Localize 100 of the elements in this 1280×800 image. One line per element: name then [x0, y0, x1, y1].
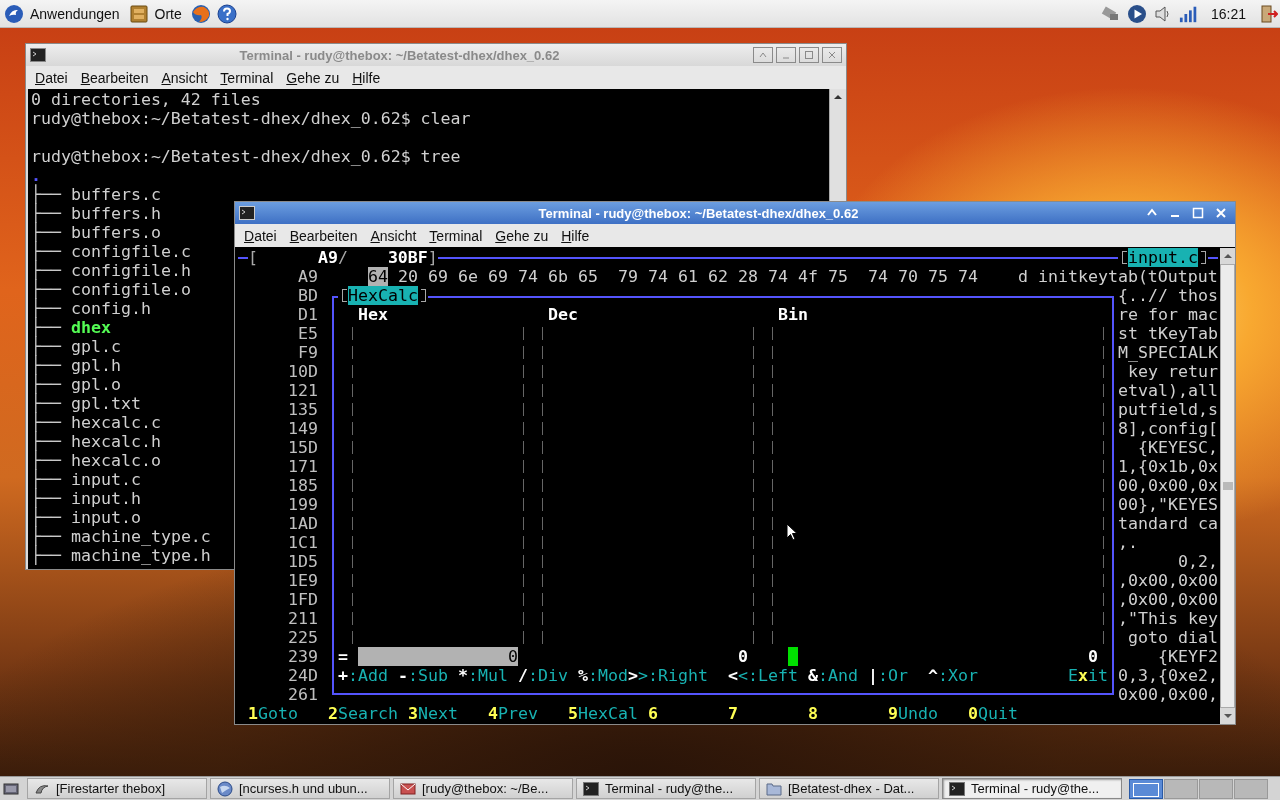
tree-entry: ├── hexcalc.h	[31, 432, 161, 451]
workspace[interactable]	[1129, 778, 1163, 799]
ascii-text: tandard ca	[1118, 514, 1218, 533]
menu-item[interactable]: Ansicht	[370, 227, 417, 244]
taskbar-button[interactable]: Terminal - rudy@the...	[942, 778, 1122, 799]
hex-byte[interactable]: 75	[828, 267, 848, 286]
function-key-hint[interactable]: 5HexCal	[568, 704, 638, 723]
function-key-hint[interactable]: 2Search	[328, 704, 398, 723]
globe-icon	[217, 780, 233, 797]
operation-hint: +:Add	[338, 666, 388, 685]
title-bar[interactable]: Terminal - rudy@thebox: ~/Betatest-dhex/dhex_0.62	[235, 202, 1235, 224]
menu-item[interactable]: Gehe zu	[286, 69, 340, 86]
tree-entry: ├── gpl.c	[31, 337, 121, 356]
hex-byte[interactable]: 65	[578, 267, 598, 286]
function-key-hint[interactable]: 8	[808, 704, 818, 723]
function-key-hint[interactable]: 1Goto	[248, 704, 298, 723]
operation-hint: -:Sub	[398, 666, 448, 685]
hex-byte[interactable]: 69	[428, 267, 448, 286]
hex-byte[interactable]: 28	[738, 267, 758, 286]
address-label: 211	[287, 609, 318, 628]
menu-item[interactable]: Datei	[35, 69, 68, 86]
operation-hint: ^:Xor	[928, 666, 978, 685]
hex-byte[interactable]: 6e	[458, 267, 478, 286]
tree-entry: ├── configfile.c	[31, 242, 191, 261]
operation-hint: <<:Left	[728, 666, 798, 685]
tree-entry: ├── config.h	[31, 299, 151, 318]
menu-item[interactable]: Bearbeiten	[80, 69, 149, 86]
function-key-hint[interactable]: 9Undo	[888, 704, 938, 723]
ascii-text: ,"This key	[1118, 609, 1218, 628]
hex-byte[interactable]: 79	[618, 267, 638, 286]
globe-icon[interactable]	[190, 3, 211, 24]
address-label: 1E9	[287, 571, 318, 590]
address-label: 1C1	[287, 533, 318, 552]
operation-hint: >>:Right	[628, 666, 708, 685]
hex-byte[interactable]: 62	[708, 267, 728, 286]
hex-byte[interactable]: 70	[898, 267, 918, 286]
ascii-text: re for mac	[1118, 305, 1218, 324]
function-key-hint[interactable]: 3Next	[408, 704, 458, 723]
ascii-text: goto dial	[1127, 628, 1218, 647]
help-icon[interactable]	[216, 3, 237, 24]
exit-hint[interactable]: Exit	[1068, 666, 1108, 685]
tree-entry: ├── configfile.o	[31, 280, 191, 299]
minimize-button[interactable]	[776, 47, 796, 63]
menu-item[interactable]: Hilfe	[561, 227, 590, 244]
menu-item[interactable]: Hilfe	[352, 69, 381, 86]
workspace-switcher[interactable]	[1129, 778, 1268, 799]
ascii-text: etval),all	[1118, 381, 1218, 400]
close-button[interactable]	[822, 47, 842, 63]
menu-item[interactable]: Bearbeiten	[289, 227, 358, 244]
taskbar-button[interactable]: [ncurses.h und ubun...	[210, 778, 390, 799]
tree-entry: ├── input.h	[31, 489, 141, 508]
ascii-text: M_SPECIALK	[1118, 343, 1218, 362]
function-key-hint[interactable]: 4Prev	[488, 704, 538, 723]
ascii-text: {KEYF2	[1156, 647, 1218, 666]
hex-byte[interactable]: 4f	[798, 267, 818, 286]
hex-input-field[interactable]: 0	[358, 647, 518, 666]
clock[interactable]: 16:21	[1210, 5, 1246, 22]
hex-byte[interactable]: 74	[958, 267, 978, 286]
menu-item[interactable]: Gehe zu	[495, 227, 549, 244]
hex-byte[interactable]: 75	[928, 267, 948, 286]
tree-entry: ├── input.c	[31, 470, 141, 489]
address-label: 10D	[287, 362, 318, 381]
address-label: 24D	[287, 666, 318, 685]
taskbar-button[interactable]: [Betatest-dhex - Dat...	[759, 778, 939, 799]
applications-menu[interactable]: Anwendungen	[30, 5, 120, 22]
address-label: 15D	[287, 438, 318, 457]
menu-item[interactable]: Terminal	[429, 227, 483, 244]
cabinet-icon[interactable]	[128, 3, 149, 24]
play-icon[interactable]	[1126, 3, 1147, 24]
ascii-text: ,0x00,0x00	[1118, 590, 1218, 609]
exit-door-icon[interactable]	[1258, 3, 1278, 24]
hex-byte[interactable]: 74	[648, 267, 668, 286]
menu-item[interactable]: Ansicht	[161, 69, 208, 86]
hex-byte[interactable]: 6b	[548, 267, 568, 286]
hex-byte[interactable]: 20	[398, 267, 418, 286]
taskbar-button[interactable]: [Firestarter thebox]	[27, 778, 207, 799]
hex-byte[interactable]: 69	[488, 267, 508, 286]
terminal-icon	[583, 780, 599, 797]
window-title: Terminal - rudy@thebox: ~/Betatest-dhex/dhex_0.62	[537, 205, 860, 221]
places-menu[interactable]: Orte	[154, 5, 182, 22]
hex-byte[interactable]: 74	[518, 267, 538, 286]
function-key-hint[interactable]: 7	[728, 704, 738, 723]
hex-byte[interactable]: 64	[368, 267, 388, 286]
menu-item[interactable]: Terminal	[220, 69, 274, 86]
taskbar-button[interactable]: [rudy@thebox: ~/Be...	[393, 778, 573, 799]
hex-byte[interactable]: 61	[678, 267, 698, 286]
terminal-line: rudy@thebox:~/Betatest-dhex/dhex_0.62$ clear	[31, 109, 472, 128]
hex-byte[interactable]: 74	[868, 267, 888, 286]
taskbar-button[interactable]: Terminal - rudy@the...	[576, 778, 756, 799]
tree-entry: ├── gpl.h	[31, 356, 121, 375]
hex-byte[interactable]: 74	[768, 267, 788, 286]
maximize-button[interactable]	[799, 47, 819, 63]
ascii-text: {..// thos	[1118, 286, 1218, 305]
operation-hint: |:Or	[868, 666, 908, 685]
terminal-icon	[949, 780, 965, 797]
menu-item[interactable]: Datei	[244, 227, 277, 244]
function-key-hint[interactable]: 6	[648, 704, 658, 723]
function-key-hint[interactable]: 0Quit	[968, 704, 1018, 723]
tree-entry: ├── buffers.h	[31, 204, 161, 223]
shade-button[interactable]	[753, 47, 773, 63]
